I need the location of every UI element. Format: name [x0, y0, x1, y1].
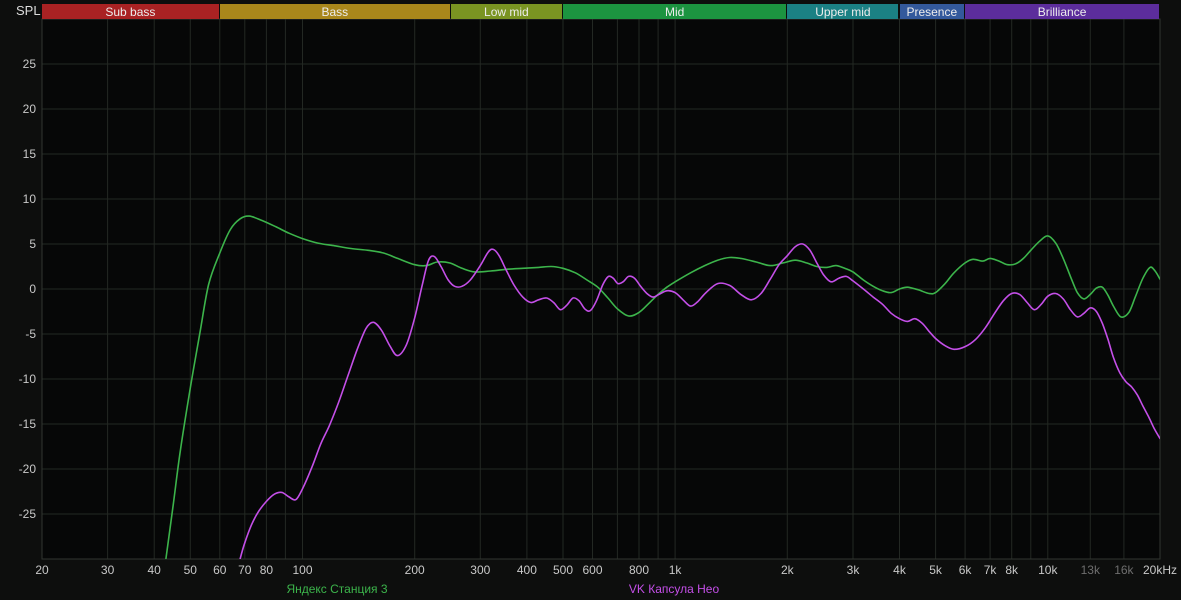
y-tick-label: 15: [22, 147, 36, 161]
x-tick-label: 1k: [668, 563, 682, 577]
y-tick-label: 5: [29, 237, 36, 251]
y-tick-label: 10: [22, 192, 36, 206]
y-tick-label: -15: [18, 417, 36, 431]
x-tick-label: 20: [35, 563, 49, 577]
plot-area: [41, 18, 1161, 560]
y-tick-label: 20: [22, 102, 36, 116]
band-brilliance: Brilliance: [965, 4, 1159, 19]
band-mid: Mid: [563, 4, 787, 19]
y-tick-label: -5: [25, 327, 36, 341]
frequency-response-chart: SPL Sub bass Bass Low mid Mid Upper mid Prese…: [0, 0, 1181, 600]
x-tick-label: 100: [292, 563, 313, 577]
y-tick-label: -25: [18, 507, 36, 521]
band-low-mid: Low mid: [450, 4, 562, 19]
x-tick-label: 20kHz: [1142, 563, 1177, 577]
band-bass: Bass: [219, 4, 450, 19]
band-sub-bass: Sub bass: [42, 4, 219, 19]
band-upper-mid: Upper mid: [787, 4, 899, 19]
band-presence: Presence: [899, 4, 965, 19]
x-tick-label: 200: [404, 563, 425, 577]
y-tick-label: -10: [18, 372, 36, 386]
y-tick-label: 25: [22, 57, 36, 71]
y-tick-label: -20: [18, 462, 36, 476]
legend-item-1[interactable]: VK Капсула Нео: [629, 582, 719, 596]
x-tick-label: 2k: [780, 563, 794, 577]
y-tick-label: 0: [29, 282, 36, 296]
legend-item-0[interactable]: Яндекс Станция 3: [286, 582, 387, 596]
